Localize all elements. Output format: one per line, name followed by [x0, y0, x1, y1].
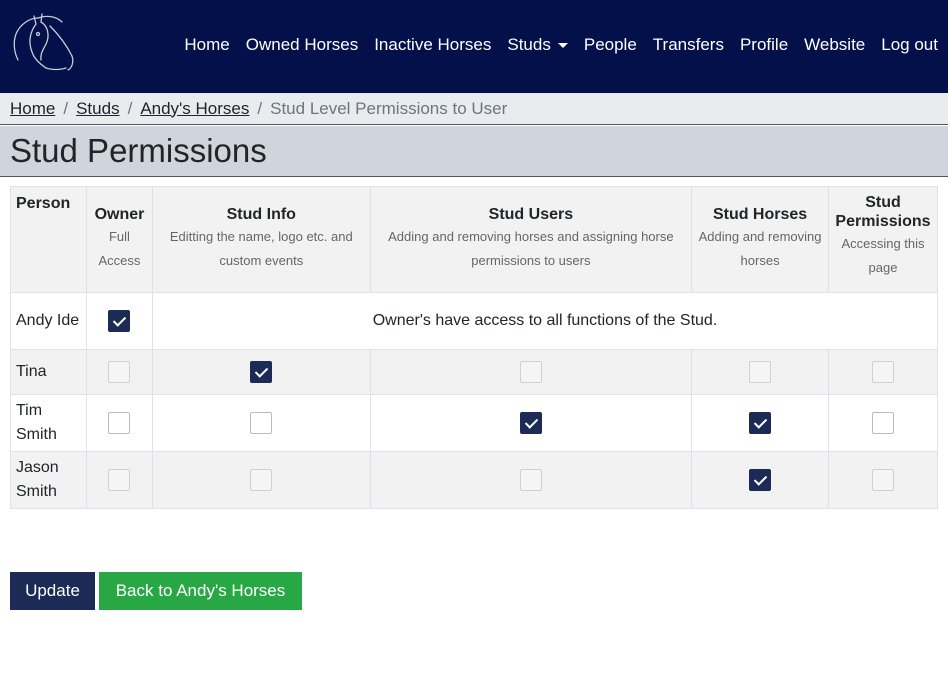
header-stud-permissions-title: Stud Permissions	[835, 194, 931, 231]
owner-checkbox[interactable]	[108, 310, 131, 332]
table-header-row: Person Owner Full Access Stud Info Editt…	[10, 186, 939, 293]
stud-permissions-cell	[827, 451, 939, 509]
nav-studs-label: Studs	[507, 35, 551, 54]
header-stud-permissions: Stud Permissions Accessing this page	[827, 186, 939, 293]
breadcrumb-current: Stud Level Permissions to User	[270, 98, 508, 118]
owner-checkbox[interactable]	[108, 412, 131, 434]
owner-note-cell: Owner's have access to all functions of …	[151, 292, 939, 350]
stud-info-cell	[151, 451, 371, 509]
stud-users-cell	[369, 451, 693, 509]
stud-info-checkbox[interactable]	[250, 412, 273, 434]
page-title-bar: Stud Permissions	[0, 126, 948, 177]
stud-permissions-checkbox[interactable]	[871, 361, 894, 383]
stud-users-checkbox[interactable]	[519, 412, 542, 434]
header-stud-users: Stud Users Adding and removing horses an…	[369, 186, 693, 293]
caret-down-icon	[557, 43, 568, 48]
breadcrumb-separator: /	[127, 98, 133, 118]
stud-horses-cell	[691, 451, 829, 509]
stud-users-cell	[369, 349, 693, 395]
nav-home[interactable]: Home	[184, 35, 229, 55]
top-navbar: Home Owned Horses Inactive Horses Studs …	[0, 0, 948, 93]
nav-transfers-label: Transfers	[652, 35, 724, 54]
stud-permissions-cell	[827, 349, 939, 395]
header-stud-horses-desc: Adding and removing horses	[698, 229, 822, 269]
stud-horses-cell	[691, 394, 829, 452]
owner-cell	[85, 394, 153, 452]
nav-home-label: Home	[184, 35, 230, 54]
stud-horses-checkbox[interactable]	[749, 469, 772, 491]
header-stud-users-desc: Adding and removing horses and assigning…	[388, 229, 674, 269]
person-name: Jason Smith	[10, 451, 87, 509]
stud-info-checkbox[interactable]	[250, 469, 273, 491]
nav-links: Home Owned Horses Inactive Horses Studs …	[168, 0, 938, 90]
header-stud-users-title: Stud Users	[488, 206, 574, 223]
table-row: Andy Ide Owner's have access to all func…	[10, 292, 939, 350]
header-owner-desc: Full Access	[98, 229, 141, 269]
owner-cell	[85, 451, 153, 509]
nav-inactive-horses-label: Inactive Horses	[374, 35, 492, 54]
breadcrumb-andys-horses[interactable]: Andy's Horses	[140, 99, 249, 119]
header-owner: Owner Full Access	[85, 186, 153, 293]
nav-logout[interactable]: Log out	[881, 35, 938, 55]
person-name: Tina	[10, 349, 87, 395]
stud-info-cell	[151, 349, 371, 395]
horse-head-icon[interactable]	[10, 12, 80, 72]
stud-permissions-checkbox[interactable]	[871, 412, 894, 434]
nav-logout-label: Log out	[881, 35, 938, 54]
nav-people-label: People	[583, 35, 637, 54]
breadcrumb: Home / Studs / Andy's Horses / Stud Leve…	[0, 93, 948, 125]
stud-permissions-cell	[827, 394, 939, 452]
stud-horses-cell	[691, 349, 829, 395]
header-stud-info-desc: Editting the name, logo etc. and custom …	[169, 229, 353, 269]
header-stud-info-title: Stud Info	[226, 206, 296, 223]
table-row: Tim Smith	[10, 394, 939, 452]
nav-inactive-horses[interactable]: Inactive Horses	[374, 35, 491, 55]
stud-info-checkbox[interactable]	[250, 361, 273, 383]
owner-cell	[85, 349, 153, 395]
header-stud-permissions-desc: Accessing this page	[841, 236, 925, 276]
table-row: Tina	[10, 349, 939, 395]
header-owner-title: Owner	[94, 206, 145, 223]
stud-users-checkbox[interactable]	[519, 361, 542, 383]
owner-cell	[85, 292, 153, 350]
breadcrumb-home[interactable]: Home	[10, 99, 55, 119]
breadcrumb-separator: /	[257, 98, 263, 118]
permissions-table: Person Owner Full Access Stud Info Editt…	[10, 186, 939, 509]
person-name: Andy Ide	[10, 292, 87, 350]
nav-studs-dropdown[interactable]: Studs	[507, 35, 568, 55]
nav-transfers[interactable]: Transfers	[653, 35, 724, 55]
person-name: Tim Smith	[10, 394, 87, 452]
stud-users-checkbox[interactable]	[519, 469, 542, 491]
nav-website[interactable]: Website	[804, 35, 865, 55]
owner-note: Owner's have access to all functions of …	[372, 312, 718, 329]
stud-info-cell	[151, 394, 371, 452]
stud-users-cell	[369, 394, 693, 452]
header-stud-horses-title: Stud Horses	[712, 206, 808, 223]
header-stud-info: Stud Info Editting the name, logo etc. a…	[151, 186, 371, 293]
breadcrumb-separator: /	[63, 98, 69, 118]
nav-website-label: Website	[804, 35, 866, 54]
stud-horses-checkbox[interactable]	[749, 361, 772, 383]
nav-owned-horses[interactable]: Owned Horses	[246, 35, 358, 55]
header-person: Person	[10, 186, 87, 293]
owner-checkbox[interactable]	[108, 469, 131, 491]
owner-checkbox[interactable]	[108, 361, 131, 383]
back-to-stud-button[interactable]: Back to Andy's Horses	[99, 572, 302, 610]
stud-horses-checkbox[interactable]	[749, 412, 772, 434]
header-stud-horses: Stud Horses Adding and removing horses	[691, 186, 829, 293]
nav-owned-horses-label: Owned Horses	[245, 35, 359, 54]
page-title: Stud Permissions	[10, 132, 267, 169]
stud-permissions-checkbox[interactable]	[871, 469, 894, 491]
table-row: Jason Smith	[10, 451, 939, 509]
nav-profile[interactable]: Profile	[740, 35, 788, 55]
nav-people[interactable]: People	[584, 35, 637, 55]
breadcrumb-studs[interactable]: Studs	[76, 99, 119, 119]
nav-profile-label: Profile	[739, 35, 789, 54]
update-button[interactable]: Update	[10, 572, 95, 610]
